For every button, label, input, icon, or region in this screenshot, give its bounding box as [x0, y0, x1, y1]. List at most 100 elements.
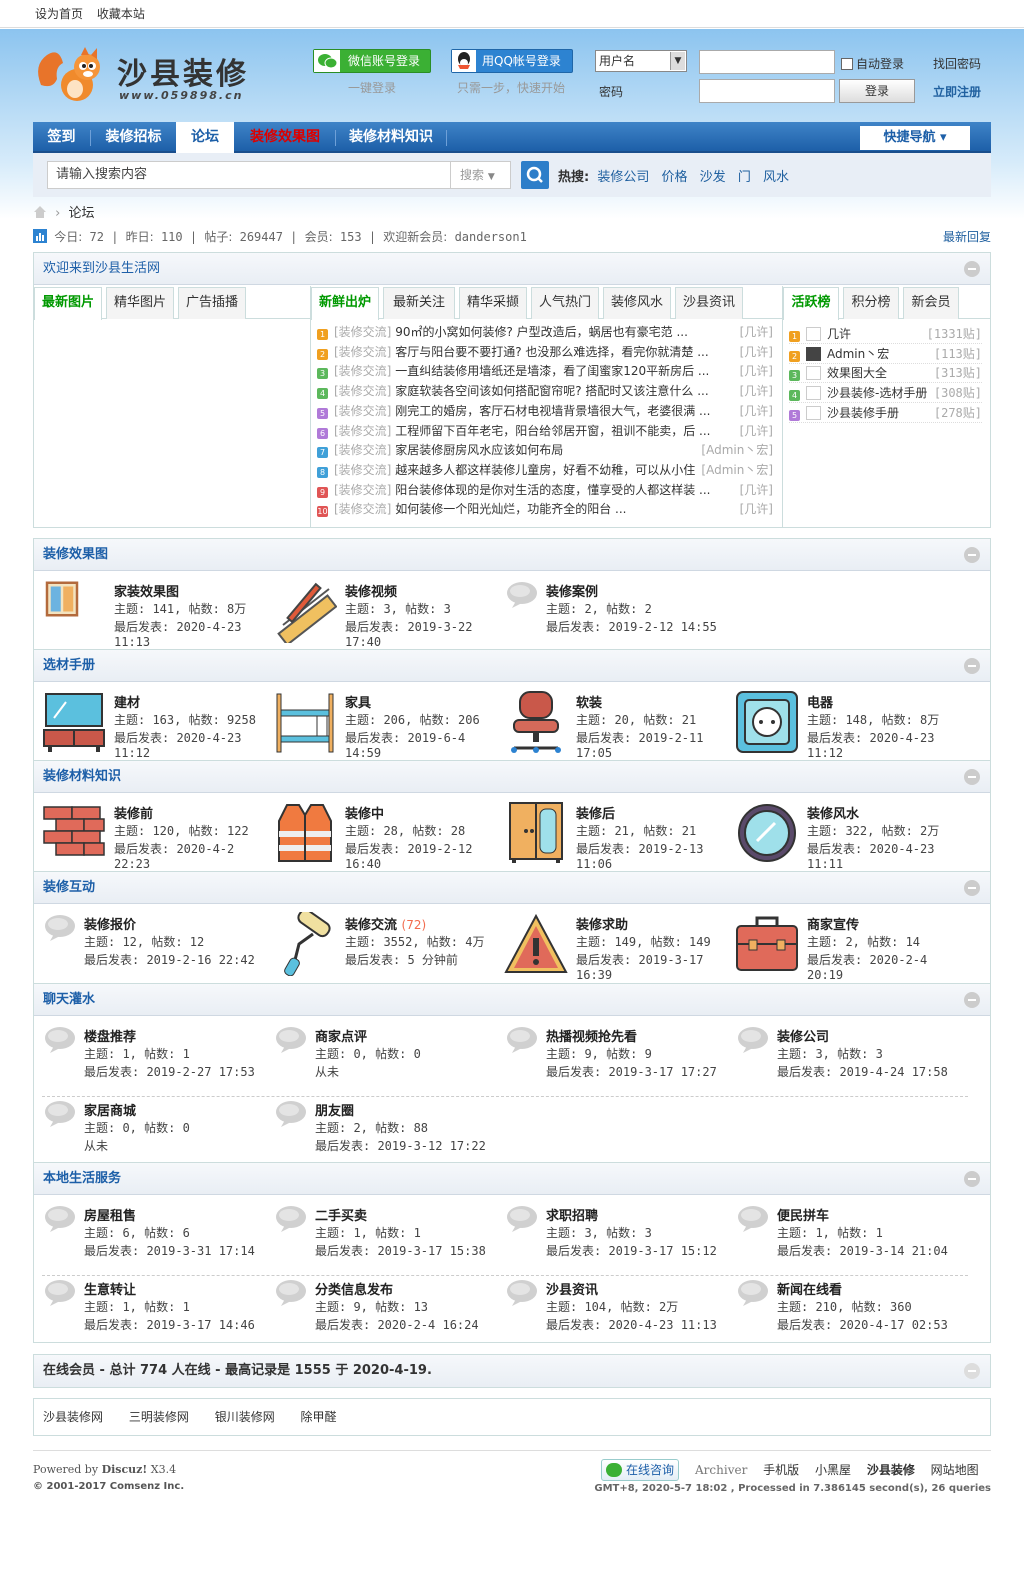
site-logo[interactable]: 沙县装修 www.059898.cn — [33, 43, 263, 108]
forum-name[interactable]: 装修中 — [345, 803, 384, 822]
forum-last-post[interactable]: 最后发表: 2019-3-12 17:22 — [315, 1137, 486, 1154]
thread-category[interactable]: [装修交流] — [334, 404, 391, 418]
search-type-select[interactable]: 搜索 ▼ — [451, 161, 511, 189]
thread-title[interactable]: 工程师留下百年老宅，阳台给邻居开窗，祖训不能卖，后 ... — [395, 424, 710, 438]
forum-name[interactable]: 商家宣传 — [807, 914, 859, 933]
forum-name[interactable]: 装修报价 — [84, 914, 136, 933]
forum-last-post[interactable]: 最后发表: 2019-4-24 17:58 — [777, 1063, 948, 1080]
forum-item[interactable]: 装修前 主题: 120, 帖数: 122 最后发表: 2020-4-2 22:23 — [42, 801, 267, 871]
thread-title[interactable]: 一直纠结装修用墙纸还是墙漆，看了闺蜜家120平新房后 ... — [395, 364, 709, 378]
forum-last-post[interactable]: 最后发表: 2020-4-23 11:12 — [807, 729, 960, 760]
search-button[interactable] — [521, 161, 549, 189]
forum-item[interactable]: 便民拼车 主题: 1, 帖数: 1 最后发表: 2019-3-14 21:04 — [735, 1203, 960, 1269]
forum-item[interactable]: 分类信息发布 主题: 9, 帖数: 13 最后发表: 2020-2-4 16:24 — [273, 1277, 498, 1343]
forum-item[interactable]: 商家点评 主题: 0, 帖数: 0 从未 — [273, 1024, 498, 1090]
footer-link-site[interactable]: 沙县装修 — [867, 1463, 915, 1477]
tab-fengshui[interactable]: 装修风水 — [603, 287, 671, 319]
forum-item[interactable]: 装修视频 主题: 3, 帖数: 3 最后发表: 2019-3-22 17:40 — [273, 579, 498, 649]
section-title[interactable]: 聊天灌水 — [43, 992, 95, 1007]
footer-link-archiver[interactable]: Archiver — [695, 1463, 747, 1477]
hot-search-link[interactable]: 风水 — [763, 170, 789, 185]
thread-category[interactable]: [装修交流] — [334, 443, 391, 457]
thread-title[interactable]: 家庭软装各空间该如何搭配窗帘呢? 搭配时又该注意什么 ... — [395, 384, 708, 398]
forum-item[interactable]: 家居商城 主题: 0, 帖数: 0 从未 — [42, 1098, 267, 1164]
thread-category[interactable]: [装修交流] — [334, 384, 391, 398]
thread-title[interactable]: 阳台装修体现的是你对生活的态度，懂享受的人都这样装 ... — [395, 483, 710, 497]
forum-name[interactable]: 生意转让 — [84, 1279, 136, 1298]
forum-name[interactable]: 二手买卖 — [315, 1205, 367, 1224]
hot-search-link[interactable]: 沙发 — [700, 170, 726, 185]
forum-last-post[interactable]: 最后发表: 2019-3-17 15:12 — [546, 1242, 717, 1259]
forum-name[interactable]: 家居商城 — [84, 1100, 136, 1119]
tab-new-members[interactable]: 新会员 — [903, 287, 959, 319]
forum-name[interactable]: 装修公司 — [777, 1026, 829, 1045]
forum-last-post[interactable]: 最后发表: 2020-4-23 11:13 — [114, 618, 267, 649]
bookmark-link[interactable]: 收藏本站 — [97, 7, 145, 21]
thread-title[interactable]: 越来越多人都这样装修儿童房，好看不幼稚，可以从小住 — [395, 463, 695, 477]
forum-item[interactable]: 楼盘推荐 主题: 1, 帖数: 1 最后发表: 2019-2-27 17:53 — [42, 1024, 267, 1090]
forum-item[interactable]: 新闻在线看 主题: 210, 帖数: 360 最后发表: 2020-4-17 02:… — [735, 1277, 960, 1343]
forum-last-post[interactable]: 从未 — [84, 1137, 108, 1154]
forum-last-post[interactable]: 最后发表: 2019-2-11 17:05 — [576, 729, 729, 760]
thread-category[interactable]: [装修交流] — [334, 502, 391, 516]
login-button[interactable]: 登录 — [839, 79, 915, 103]
forum-item[interactable]: 装修风水 主题: 322, 帖数: 2万 最后发表: 2020-4-23 11:11 — [735, 801, 960, 871]
forum-item[interactable]: 装修求助 主题: 149, 帖数: 149 最后发表: 2019-3-17 16:3… — [504, 912, 729, 982]
forum-last-post[interactable]: 最后发表: 2019-2-27 17:53 — [84, 1063, 255, 1080]
thread-author[interactable]: [几许] — [740, 421, 773, 441]
tab-latest-images[interactable]: 最新图片 — [34, 287, 102, 320]
forum-last-post[interactable]: 最后发表: 5 分钟前 — [345, 951, 458, 968]
tab-following[interactable]: 最新关注 — [383, 287, 455, 319]
forum-item[interactable]: 软装 主题: 20, 帖数: 21 最后发表: 2019-2-11 17:05 — [504, 690, 729, 760]
forum-last-post[interactable]: 最后发表: 2020-4-23 11:13 — [546, 1316, 717, 1333]
tab-points-rank[interactable]: 积分榜 — [843, 287, 899, 319]
auto-login-checkbox[interactable]: 自动登录 — [841, 55, 904, 72]
section-title[interactable]: 装修效果图 — [43, 547, 108, 562]
forum-name[interactable]: 新闻在线看 — [777, 1279, 842, 1298]
forum-item[interactable]: 热播视频抢先看 主题: 9, 帖数: 9 最后发表: 2019-3-17 17:27 — [504, 1024, 729, 1090]
thread-author[interactable]: [几许] — [740, 361, 773, 381]
forum-item[interactable]: 建材 主题: 163, 帖数: 9258 最后发表: 2020-4-23 11:12 — [42, 690, 267, 760]
password-input[interactable] — [699, 79, 835, 103]
quick-nav-button[interactable]: 快捷导航 ▾ — [860, 126, 970, 150]
collapse-icon[interactable] — [964, 658, 980, 674]
forum-item[interactable]: 装修报价 主题: 12, 帖数: 12 最后发表: 2019-2-16 22:42 — [42, 912, 267, 978]
collapse-icon[interactable] — [964, 261, 980, 277]
thread-author[interactable]: [几许] — [740, 401, 773, 421]
member-name[interactable]: 效果图大全 — [827, 366, 887, 380]
new-member-link[interactable]: danderson1 — [455, 230, 527, 244]
forum-item[interactable]: 装修后 主题: 21, 帖数: 21 最后发表: 2019-2-13 11:06 — [504, 801, 729, 871]
search-input[interactable]: 请输入搜索内容 — [47, 161, 451, 189]
forum-name[interactable]: 装修风水 — [807, 803, 859, 822]
section-title[interactable]: 选材手册 — [43, 658, 95, 673]
friend-link[interactable]: 沙县装修网 — [43, 1410, 103, 1424]
forum-item[interactable]: 朋友圈 主题: 2, 帖数: 88 最后发表: 2019-3-12 17:22 — [273, 1098, 498, 1164]
friend-link[interactable]: 三明装修网 — [129, 1410, 189, 1424]
forum-name[interactable]: 装修交流 (72) — [345, 914, 426, 933]
tab-featured-images[interactable]: 精华图片 — [106, 287, 174, 319]
member-name[interactable]: 几许 — [827, 327, 851, 341]
forum-name[interactable]: 装修视频 — [345, 581, 397, 600]
forum-item[interactable]: 房屋租售 主题: 6, 帖数: 6 最后发表: 2019-3-31 17:14 — [42, 1203, 267, 1269]
forum-last-post[interactable]: 最后发表: 2019-3-17 15:38 — [315, 1242, 486, 1259]
forum-last-post[interactable]: 从未 — [315, 1063, 339, 1080]
find-password-link[interactable]: 找回密码 — [933, 55, 981, 72]
tab-newest[interactable]: 新鲜出炉 — [311, 287, 379, 320]
thread-title[interactable]: 家居装修厨房风水应该如何布局 — [395, 443, 563, 457]
forum-name[interactable]: 装修后 — [576, 803, 615, 822]
thread-title[interactable]: 90㎡的小窝如何装修? 户型改造后，蜗居也有豪宅范 ... — [395, 325, 688, 339]
section-title[interactable]: 装修材料知识 — [43, 769, 121, 784]
forum-item[interactable]: 生意转让 主题: 1, 帖数: 1 最后发表: 2019-3-17 14:46 — [42, 1277, 267, 1343]
forum-name[interactable]: 楼盘推荐 — [84, 1026, 136, 1045]
forum-last-post[interactable]: 最后发表: 2019-3-17 14:46 — [84, 1316, 255, 1333]
tab-ads[interactable]: 广告插播 — [178, 287, 246, 319]
hot-search-link[interactable]: 装修公司 — [597, 170, 649, 185]
thread-category[interactable]: [装修交流] — [334, 424, 391, 438]
thread-category[interactable]: [装修交流] — [334, 364, 391, 378]
register-link[interactable]: 立即注册 — [933, 83, 981, 100]
tab-digest[interactable]: 精华采撷 — [459, 287, 527, 319]
forum-name[interactable]: 求职招聘 — [546, 1205, 598, 1224]
tab-active-rank[interactable]: 活跃榜 — [783, 287, 839, 320]
nav-item-materials[interactable]: 装修材料知识 — [336, 122, 446, 153]
forum-name[interactable]: 朋友圈 — [315, 1100, 354, 1119]
